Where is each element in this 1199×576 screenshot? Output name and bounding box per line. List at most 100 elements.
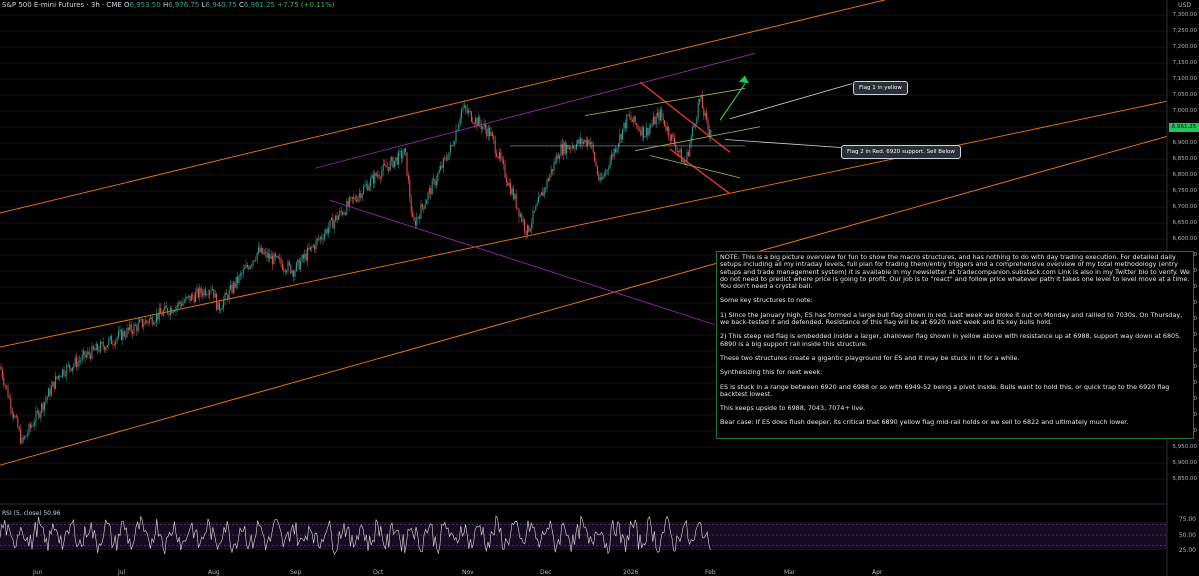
candle-body [284, 269, 286, 273]
candle-body [399, 151, 401, 152]
candle-body [433, 179, 435, 181]
candle-body [363, 186, 365, 194]
candle-body [406, 152, 408, 176]
candle-body [22, 437, 24, 439]
candle-body [365, 184, 367, 186]
candle-body [231, 284, 233, 293]
candle-body [267, 253, 269, 258]
candle-body [13, 413, 15, 418]
flag-drawings [510, 75, 853, 195]
candle-body [650, 126, 652, 129]
analysis-note[interactable]: NOTE: This is a big picture overview for… [716, 251, 1194, 439]
candle-body [540, 192, 542, 196]
candle-body [588, 140, 590, 145]
price-tick-label: 7,100.00 [1172, 76, 1198, 82]
candle-body [328, 227, 330, 234]
candle-body [336, 215, 338, 220]
candle-body [29, 424, 31, 428]
candle-body [181, 303, 183, 306]
candle-body [18, 427, 20, 430]
candle-body [27, 433, 29, 436]
candle-body [451, 144, 453, 146]
candle-body [333, 220, 335, 229]
candle-body [486, 129, 488, 137]
candle-body [221, 307, 223, 310]
price-tick-label: 5,850.00 [1172, 476, 1198, 482]
rsi-legend[interactable]: RSI (5, close) 50.96 [2, 510, 61, 517]
candle-body [158, 308, 160, 320]
candle-body [337, 215, 339, 220]
candle-body [322, 238, 324, 240]
candle-body [66, 365, 68, 376]
candle-body [17, 417, 19, 428]
flag1-callout[interactable]: Flag 1 in yellow [853, 81, 908, 95]
candle-body [685, 162, 687, 164]
candle-body [36, 411, 38, 412]
flag2-callout[interactable]: Flag 2 in Red. 6920 support. Sell Below [841, 145, 961, 159]
candle-body [545, 187, 547, 189]
candle-body [297, 259, 299, 263]
candle-body [63, 369, 65, 376]
candle-body [435, 180, 437, 186]
low-value: 6,940.75 [205, 1, 237, 9]
candle-body [372, 175, 374, 184]
candle-body [602, 175, 604, 180]
candle-body [430, 188, 432, 195]
price-tick-label: 6,700.00 [1172, 204, 1198, 210]
candle-body [94, 349, 96, 351]
candle-body [57, 375, 59, 379]
candle-body [119, 329, 121, 332]
candle-body [53, 381, 55, 389]
candle-body [391, 157, 393, 161]
candle-body [585, 139, 587, 146]
candle-body [50, 386, 52, 396]
candle-body [276, 255, 278, 257]
candle-body [340, 210, 342, 213]
candle-body [10, 398, 12, 410]
candle-body [542, 192, 544, 196]
price-tick-label: 5,900.00 [1172, 460, 1198, 466]
candle-body [550, 169, 552, 175]
candle-body [693, 125, 695, 128]
candle-body [113, 344, 115, 346]
candle-body [45, 399, 47, 403]
candle-body [277, 255, 279, 259]
candle-body [346, 200, 348, 215]
candle-body [696, 118, 698, 124]
candle-body [497, 156, 499, 159]
candle-body [437, 173, 439, 181]
candle-body [458, 123, 460, 131]
candle-body [413, 216, 415, 221]
candle-body [648, 128, 650, 136]
symbol-header[interactable]: S&P 500 E-mini Futures · 3h · CME O6,953… [2, 1, 334, 9]
candle-body [112, 344, 114, 345]
candle-body [434, 179, 436, 186]
candle-body [402, 154, 404, 159]
candle-body [20, 429, 22, 444]
candle-body [242, 269, 244, 274]
candle-body [42, 403, 44, 411]
candle-body [608, 168, 610, 170]
candle-body [295, 262, 297, 272]
candle-body [143, 324, 145, 327]
time-tick-label: Mar [784, 569, 796, 576]
candle-body [162, 310, 164, 316]
candle-body [507, 182, 509, 186]
candle-body [522, 220, 524, 222]
candle-body [339, 210, 341, 216]
candle-body [209, 290, 211, 295]
candle-body [463, 105, 465, 108]
candle-body [554, 161, 556, 163]
candle-body [78, 360, 80, 362]
candle-body [616, 147, 618, 153]
candle-body [455, 130, 457, 143]
candle-body [680, 149, 682, 163]
candle-body [449, 144, 451, 153]
candle-body [557, 154, 559, 159]
candle-body [529, 228, 531, 232]
candle-body [671, 134, 673, 141]
candle-body [633, 116, 635, 122]
candle-body [610, 154, 612, 161]
candle-body [98, 350, 100, 352]
candle-body [164, 305, 166, 311]
